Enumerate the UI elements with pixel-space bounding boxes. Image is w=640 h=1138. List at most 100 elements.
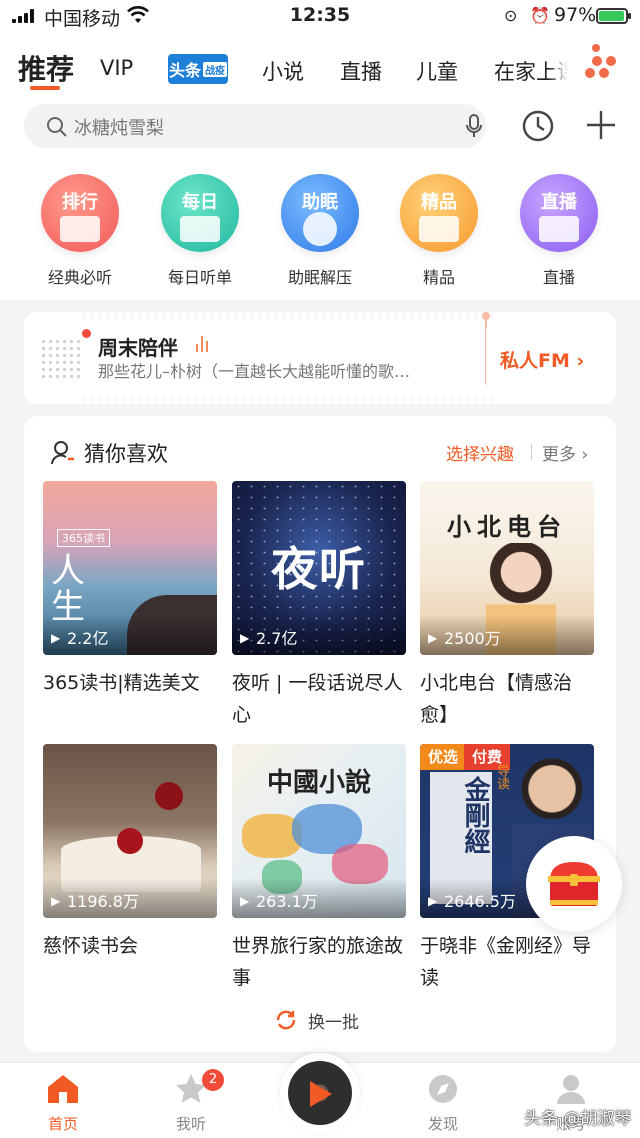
fm-title: 周末陪伴 [98,336,178,360]
album-cover: 小北电台 ▶ 2500万 [420,481,594,655]
toutiao-logo-text: 头条 [168,61,201,80]
album-title: 世界旅行家的旅途故事 [232,935,404,989]
tab-kids[interactable]: 儿童 [416,56,458,86]
album-title: 慈怀读书会 [43,935,139,957]
fm-dots-icon [40,338,84,378]
user-heart-icon [51,441,74,465]
alarm-icon: ⏰ [530,6,550,25]
refresh-button[interactable]: 换一批 [308,1008,359,1033]
status-bar: 中国移动 12:35 ⊙ ⏰ 97% [0,0,640,34]
private-fm-button[interactable]: 私人FM › [500,346,584,373]
category-live[interactable]: 直播 直播 [499,174,619,288]
cover-title: 金剛經 [460,776,490,854]
play-count-icon: ▶ [428,894,438,908]
video-camera-icon: 直播 [520,174,598,252]
sleep-moon-icon: 助眠 [281,174,359,252]
album-card[interactable]: 小北电台 ▶ 2500万 小北电台【情感治愈】 [420,481,594,731]
choose-interest-link[interactable]: 选择兴趣 [446,440,514,465]
header-separator [531,444,532,460]
live-dot-icon [82,329,91,338]
category-daily[interactable]: 每日 每日听单 [140,174,260,288]
tab-fade [548,34,568,96]
top-tab-bar: 推荐 VIP 头条 战疫 小说 直播 儿童 在家上课 [0,34,640,96]
play-count: 2.2亿 [67,629,109,648]
battery-fill [599,11,625,21]
rose-graphic [155,782,183,810]
private-fm-card[interactable]: 周末陪伴 那些花儿–朴树（一直越长大越能听懂的歌… 私人FM › [24,312,616,404]
album-cover: 夜听 ▶ 2.7亿 [232,481,406,655]
play-count-icon: ▶ [51,894,61,908]
nav-label: 我听 [175,1115,206,1133]
more-link[interactable]: 更多 › [542,440,588,465]
active-tab-indicator [30,86,60,90]
play-count-icon: ▶ [240,631,250,645]
tab-vip[interactable]: VIP [100,56,133,80]
nav-my-listen[interactable]: 2 我听 [146,1069,236,1134]
crown-icon: 精品 [400,174,478,252]
nav-label: 首页 [47,1115,78,1133]
album-title: 夜听 | 一段话说尽人心 [232,672,403,726]
add-icon[interactable] [584,108,618,142]
refresh-icon[interactable] [274,1008,298,1032]
notification-badge: 2 [202,1069,224,1091]
category-badge: 助眠 [302,192,338,213]
fm-divider [486,328,487,388]
album-title: 小北电台【情感治愈】 [420,672,573,726]
history-icon[interactable] [520,108,556,144]
nav-discover[interactable]: 发现 [398,1073,488,1134]
user-icon [557,1075,585,1104]
album-card[interactable]: ▶ 1196.8万 慈怀读书会 [43,744,217,994]
microphone-icon[interactable] [464,114,484,138]
category-badge: 排行 [62,192,98,213]
category-sleep[interactable]: 助眠 助眠解压 [260,174,380,288]
treasure-chest-button[interactable] [526,836,622,932]
channel-menu-button[interactable] [568,34,640,96]
category-row: 排行 经典必听 每日 每日听单 助眠 助眠解压 精品 精品 直播 直播 [0,158,640,300]
nav-home[interactable]: 首页 [18,1073,108,1134]
album-card[interactable]: 夜听 ▶ 2.7亿 夜听 | 一段话说尽人心 [232,481,406,731]
play-count: 2.7亿 [256,629,298,648]
calendar-icon: 每日 [161,174,239,252]
play-count: 1196.8万 [67,892,139,911]
album-card[interactable]: 365读书 人生 ▶ 2.2亿 365读书|精选美文 [43,481,217,731]
play-count: 2500万 [444,629,501,648]
calendar-graphic [180,216,220,242]
tab-recommend[interactable]: 推荐 [18,48,74,88]
play-count: 263.1万 [256,892,318,911]
play-count-icon: ▶ [240,894,250,908]
tab-live[interactable]: 直播 [340,56,382,86]
battery-charging-icon [596,8,631,24]
category-label: 助眠解压 [287,268,352,287]
album-title: 于晓非《金刚经》导读 [420,935,592,989]
album-card[interactable]: 中國小說 ▶ 263.1万 世界旅行家的旅途故事 [232,744,406,994]
orientation-lock-icon: ⊙ [504,6,518,25]
fm-subtitle: 那些花儿–朴树（一直越长大越能听懂的歌… [98,362,411,381]
cover-title: 中國小說 [266,768,371,798]
category-premium[interactable]: 精品 精品 [379,174,499,288]
toutiao-logo-sub: 战疫 [203,61,227,77]
treasure-chest-icon [548,862,600,906]
cover-title: 夜听 [271,542,367,596]
category-ranking[interactable]: 排行 经典必听 [20,174,140,288]
play-count: 2646.5万 [444,892,516,911]
nav-label: 发现 [427,1115,458,1133]
featured-tag: 优选 [420,744,467,770]
tab-toutiao-logo[interactable]: 头条 战疫 [168,54,228,84]
category-badge: 直播 [541,192,577,213]
play-count-icon: ▶ [51,631,61,645]
search-input[interactable]: 冰糖炖雪梨 [24,104,486,148]
guess-you-like-section: 猜你喜欢 选择兴趣 更多 › 365读书 人生 ▶ 2.2亿 365读书|精选美… [24,416,616,1052]
cover-title: 小北电台 [447,512,567,541]
album-cover: 中國小說 ▶ 263.1万 [232,744,406,918]
cover-subtitle: 导读 [494,764,509,790]
category-badge: 精品 [421,192,457,213]
play-count-icon: ▶ [428,631,438,645]
compass-icon [429,1075,457,1103]
watermark: 头条 @胡淑琴 [524,1109,632,1129]
play-icon [310,1081,332,1107]
search-placeholder: 冰糖炖雪梨 [74,118,164,139]
moon-graphic [303,212,337,246]
now-playing-button[interactable] [280,1053,360,1133]
category-badge: 每日 [182,192,218,213]
tab-novel[interactable]: 小说 [262,56,304,86]
